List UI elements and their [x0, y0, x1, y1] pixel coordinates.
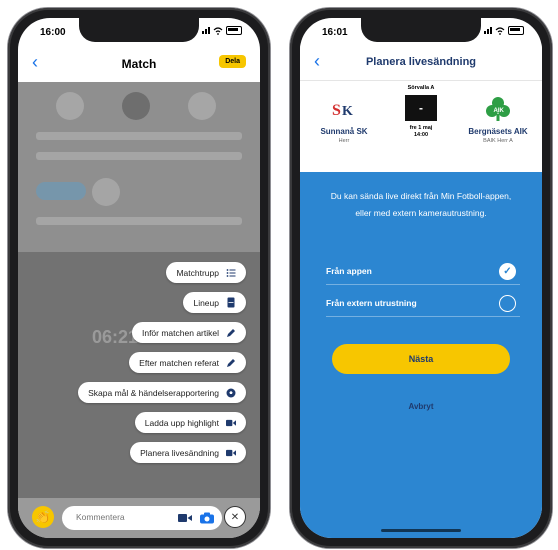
- status-time: 16:01: [322, 27, 348, 38]
- pencil-icon: [226, 328, 236, 338]
- svg-text:AIK: AIK: [494, 108, 505, 114]
- right-phone: 16:01 ‹ Planera livesändning SK Sunnanå …: [290, 8, 552, 548]
- page-title: Match: [121, 57, 157, 71]
- option-label: Från appen: [326, 266, 372, 276]
- away-team: AIK Bergnäsets AIK BAIK Herr A: [458, 95, 538, 144]
- comment-field-container[interactable]: [62, 506, 222, 530]
- clap-emoji-icon[interactable]: 👏: [32, 506, 54, 528]
- dimmed-background: 06:21 Matchtrupp Lineup Inför matchen ar: [18, 82, 260, 538]
- home-team: SK Sunnanå SK Herr: [304, 95, 384, 144]
- match-time: 14:00: [413, 132, 429, 138]
- wifi-icon: [495, 26, 505, 35]
- menu-item-planera-livesandning[interactable]: Planera livesändning: [130, 442, 246, 463]
- video-camera-icon[interactable]: [178, 512, 192, 524]
- home-indicator: [381, 529, 461, 532]
- empty-radio-icon[interactable]: [499, 294, 516, 312]
- match-info: Sörvalla A - fre 1 maj 14:00: [386, 85, 456, 139]
- home-team-name: Sunnanå SK: [320, 127, 368, 136]
- battery-icon: [508, 26, 524, 35]
- menu-item-lineup[interactable]: Lineup: [183, 292, 246, 313]
- camera-icon[interactable]: [200, 512, 214, 524]
- cancel-link[interactable]: Avbryt: [300, 402, 542, 411]
- list-icon: [226, 268, 236, 278]
- away-team-sub: BAIK Herr A: [483, 138, 513, 144]
- blurred-pill: [36, 182, 86, 200]
- close-icon[interactable]: ✕: [224, 506, 246, 528]
- menu-item-ladda-upp-highlight[interactable]: Ladda upp highlight: [134, 412, 246, 433]
- blurred-dark-section: [18, 252, 260, 502]
- info-text: Du kan sända live direkt från Min Fotbol…: [330, 191, 512, 218]
- menu-item-label: Ladda upp highlight: [144, 417, 219, 428]
- score-value: -: [419, 101, 423, 115]
- home-team-crest: SK: [330, 95, 358, 123]
- video-icon: [226, 418, 236, 428]
- option-label: Från extern utrustning: [326, 298, 417, 308]
- svg-text:S: S: [332, 102, 341, 119]
- blurred-avatar: [92, 178, 120, 206]
- menu-item-label: Lineup: [193, 297, 219, 308]
- blurred-line: [36, 152, 242, 160]
- menu-item-label: Efter matchen referat: [139, 357, 219, 368]
- status-bar: 16:01: [300, 24, 542, 42]
- back-chevron-icon[interactable]: ‹: [314, 51, 320, 72]
- menu-item-infor-artikel[interactable]: Inför matchen artikel: [131, 322, 246, 343]
- status-icons: [202, 26, 242, 35]
- next-button[interactable]: Nästa: [332, 344, 510, 374]
- right-screen: 16:01 ‹ Planera livesändning SK Sunnanå …: [300, 18, 542, 538]
- battery-icon: [226, 26, 242, 35]
- menu-item-skapa-mal[interactable]: Skapa mål & händelserapportering: [78, 382, 246, 403]
- away-team-crest: AIK: [484, 95, 512, 123]
- svg-text:K: K: [342, 104, 353, 119]
- comment-input[interactable]: [74, 511, 168, 523]
- soccer-ball-icon: [226, 388, 236, 398]
- check-radio-icon[interactable]: ✓: [499, 262, 516, 280]
- wifi-icon: [213, 26, 223, 35]
- menu-item-efter-referat[interactable]: Efter matchen referat: [129, 352, 246, 373]
- menu-item-label: Inför matchen artikel: [141, 327, 219, 338]
- match-navbar: ‹ Match Dela: [18, 46, 260, 82]
- option-from-app[interactable]: Från appen ✓: [326, 258, 520, 285]
- menu-item-label: Matchtrupp: [176, 267, 219, 278]
- pencil-icon: [226, 358, 236, 368]
- match-date: fre 1 maj: [409, 125, 433, 131]
- lineup-icon: [226, 297, 236, 308]
- menu-item-label: Planera livesändning: [140, 447, 219, 458]
- away-team-name: Bergnäsets AIK: [468, 127, 528, 136]
- broadcast-options-panel: Du kan sända live direkt från Min Fotbol…: [300, 172, 542, 538]
- video-icon: [226, 448, 236, 458]
- option-external-equipment[interactable]: Från extern utrustning: [326, 290, 520, 317]
- plan-navbar: ‹ Planera livesändning: [300, 44, 542, 80]
- share-button[interactable]: Dela: [219, 55, 246, 68]
- away-crest-blurred: [188, 92, 216, 120]
- blurred-line: [36, 132, 242, 140]
- score: -: [405, 95, 437, 121]
- page-title: Planera livesändning: [365, 56, 477, 68]
- status-time: 16:00: [40, 27, 66, 38]
- left-screen: 16:00 ‹ Match Dela 06:21 Matchtrupp Line…: [18, 18, 260, 538]
- signal-icon: [484, 27, 492, 34]
- score-blurred: [122, 92, 150, 120]
- venue: Sörvalla A: [407, 85, 435, 91]
- status-icons: [484, 26, 524, 35]
- home-crest-blurred: [56, 92, 84, 120]
- menu-item-label: Skapa mål & händelserapportering: [88, 387, 219, 398]
- menu-item-matchtrupp[interactable]: Matchtrupp: [166, 262, 246, 283]
- match-header: SK Sunnanå SK Herr Sörvalla A - fre 1 ma…: [300, 80, 542, 173]
- signal-icon: [202, 27, 210, 34]
- home-team-sub: Herr: [338, 138, 350, 144]
- left-phone: 16:00 ‹ Match Dela 06:21 Matchtrupp Line…: [8, 8, 270, 548]
- comment-bar: 👏 ✕: [18, 498, 260, 538]
- status-bar: 16:00: [18, 24, 260, 42]
- blurred-line: [36, 217, 242, 225]
- back-chevron-icon[interactable]: ‹: [32, 52, 38, 73]
